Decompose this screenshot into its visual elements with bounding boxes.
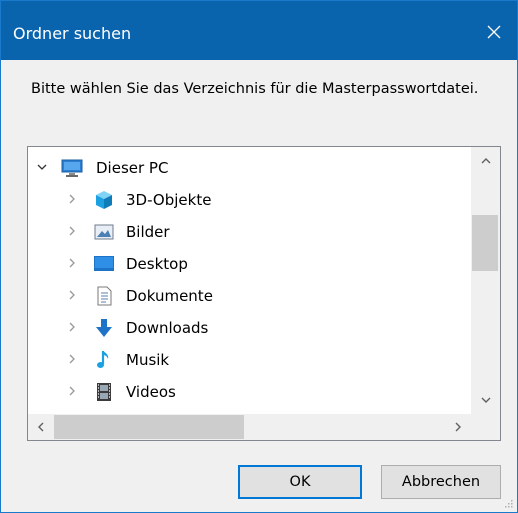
folder-tree[interactable]: Dieser PC 3D-Objekte Bilder Desktop Doku…	[27, 146, 501, 441]
browse-folder-dialog: Ordner suchen Bitte wählen Sie das Verze…	[0, 0, 518, 513]
scroll-down-button[interactable]	[471, 386, 500, 414]
ok-button[interactable]: OK	[238, 465, 362, 499]
desktop-icon	[94, 254, 114, 274]
tree-item-videos[interactable]: Videos	[28, 377, 471, 407]
chevron-right-icon[interactable]	[66, 321, 78, 333]
tree-item-label: Dokumente	[126, 287, 213, 305]
tree-item-downloads[interactable]: Downloads	[28, 313, 471, 343]
vertical-scroll-thumb[interactable]	[472, 215, 498, 271]
pictures-icon	[94, 222, 114, 242]
vertical-scrollbar[interactable]	[471, 147, 500, 414]
tree-item-label: Bilder	[126, 223, 170, 241]
dialog-prompt: Bitte wählen Sie das Verzeichnis für die…	[31, 81, 479, 97]
computer-icon	[61, 158, 83, 178]
tree-item-label: 3D-Objekte	[126, 191, 212, 209]
chevron-right-icon[interactable]	[66, 289, 78, 301]
close-icon	[487, 25, 501, 39]
tree-item-bilder[interactable]: Bilder	[28, 217, 471, 247]
chevron-right-icon	[455, 422, 461, 432]
scroll-right-button[interactable]	[445, 414, 471, 440]
chevron-right-icon[interactable]	[66, 385, 78, 397]
chevron-down-icon[interactable]	[36, 161, 48, 173]
tree-item-label: Desktop	[126, 255, 188, 273]
scroll-left-button[interactable]	[28, 414, 54, 440]
horizontal-scrollbar[interactable]	[28, 414, 471, 440]
chevron-right-icon[interactable]	[66, 193, 78, 205]
chevron-left-icon	[38, 422, 44, 432]
music-icon	[94, 350, 114, 370]
downloads-icon	[94, 318, 114, 338]
scroll-up-button[interactable]	[471, 147, 500, 175]
tree-item-label: Downloads	[126, 319, 209, 337]
chevron-right-icon[interactable]	[66, 353, 78, 365]
scrollbar-corner	[471, 414, 500, 440]
chevron-right-icon[interactable]	[66, 257, 78, 269]
tree-item-label: Dieser PC	[96, 159, 169, 177]
3d-objects-icon	[94, 190, 114, 210]
title-bar[interactable]: Ordner suchen	[1, 1, 517, 60]
chevron-up-icon	[481, 158, 490, 164]
tree-rows: Dieser PC 3D-Objekte Bilder Desktop Doku…	[28, 147, 471, 414]
tree-item-label: Videos	[126, 383, 176, 401]
tree-item-3d-objekte[interactable]: 3D-Objekte	[28, 185, 471, 215]
resize-grip-icon[interactable]	[503, 498, 513, 508]
videos-icon	[94, 382, 114, 402]
chevron-right-icon[interactable]	[66, 225, 78, 237]
close-button[interactable]	[477, 15, 511, 49]
cancel-button[interactable]: Abbrechen	[381, 465, 501, 499]
documents-icon	[94, 286, 114, 306]
tree-item-desktop[interactable]: Desktop	[28, 249, 471, 279]
tree-item-dieser-pc[interactable]: Dieser PC	[28, 153, 471, 183]
window-title: Ordner suchen	[13, 24, 132, 43]
tree-item-label: Musik	[126, 351, 170, 369]
chevron-down-icon	[481, 397, 490, 403]
tree-item-musik[interactable]: Musik	[28, 345, 471, 375]
tree-item-dokumente[interactable]: Dokumente	[28, 281, 471, 311]
horizontal-scroll-thumb[interactable]	[54, 415, 244, 439]
